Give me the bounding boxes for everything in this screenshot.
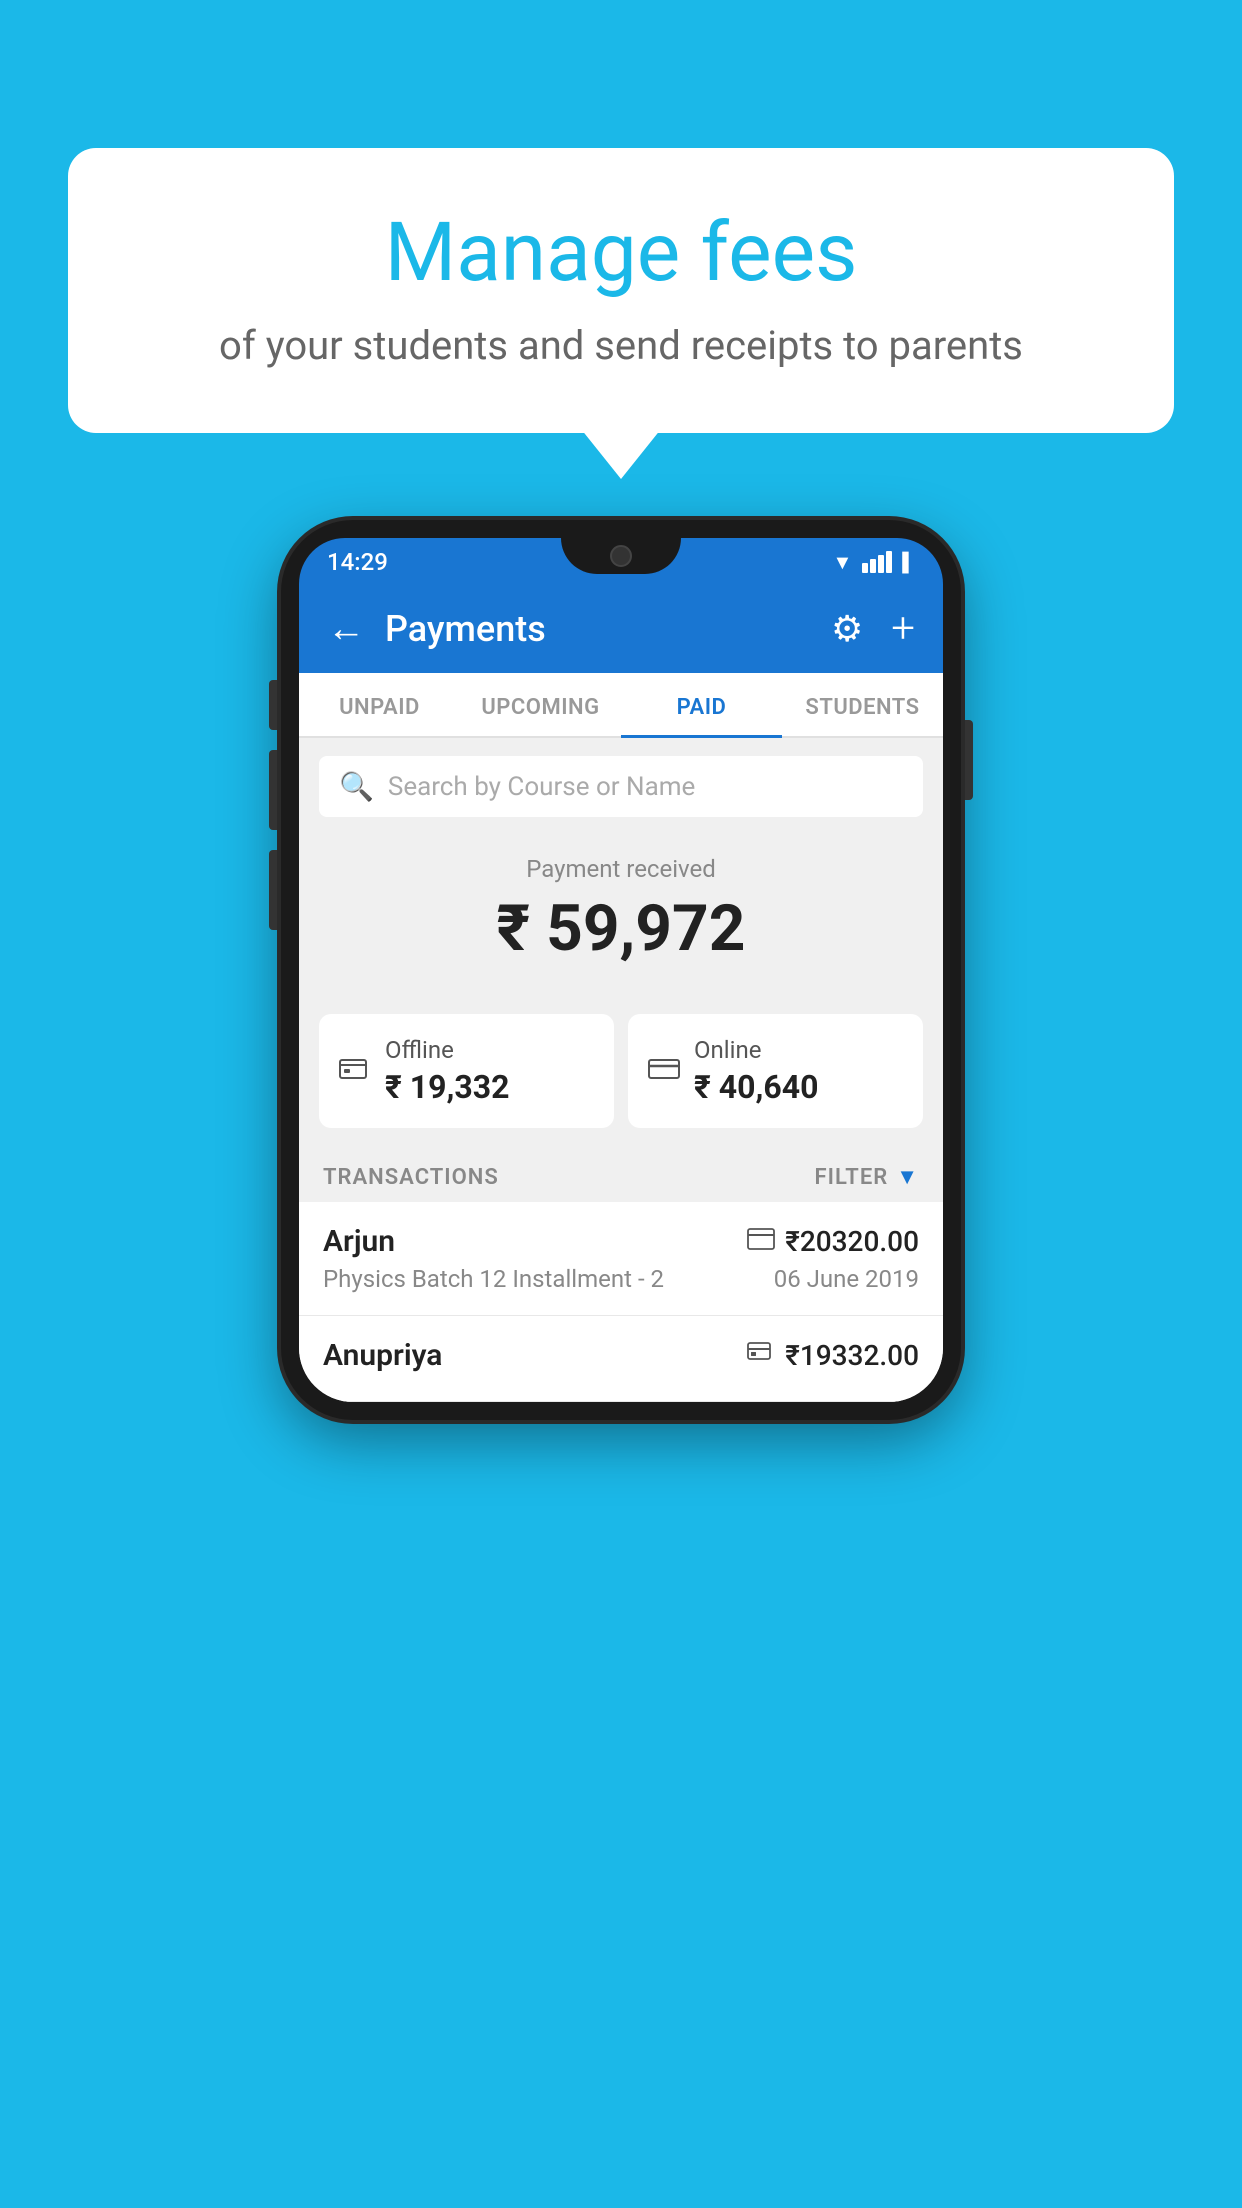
back-button[interactable]: ←	[327, 607, 365, 651]
card-payment-icon	[747, 1228, 775, 1256]
offline-payment-icon	[747, 1342, 775, 1370]
transaction-amount: ₹20320.00	[785, 1225, 919, 1258]
tab-students[interactable]: STUDENTS	[782, 673, 943, 736]
payment-cards-row: Offline ₹ 19,332 Online ₹ 40,640	[299, 1014, 943, 1148]
transaction-name: Anupriya	[323, 1338, 442, 1373]
table-row[interactable]: Anupriya ₹19332.00	[299, 1316, 943, 1402]
tab-upcoming[interactable]: UPCOMING	[460, 673, 621, 736]
offline-card-content: Offline ₹ 19,332	[385, 1036, 509, 1106]
transaction-amount-row: ₹20320.00	[747, 1225, 919, 1258]
offline-label: Offline	[385, 1036, 509, 1064]
power-button	[965, 720, 973, 800]
tab-paid[interactable]: PAID	[621, 673, 782, 736]
transaction-date: 06 June 2019	[774, 1265, 919, 1293]
search-icon: 🔍	[339, 770, 374, 803]
battery-icon: ▌	[902, 552, 915, 573]
settings-icon[interactable]: ⚙	[831, 608, 863, 650]
filter-button[interactable]: FILTER ▼	[815, 1164, 919, 1190]
volume-up-button	[269, 750, 277, 830]
search-container: 🔍 Search by Course or Name	[299, 738, 943, 835]
transaction-top-row: Arjun ₹20320.00	[323, 1224, 919, 1259]
transaction-amount: ₹19332.00	[785, 1339, 919, 1372]
table-row[interactable]: Arjun ₹20320.00 Physics Batch 12 Install…	[299, 1202, 943, 1316]
online-label: Online	[694, 1036, 818, 1064]
status-bar: 14:29 ▼ ▌	[299, 538, 943, 584]
phone-screen: ← Payments ⚙ + UNPAID UPCOMING PAID STUD…	[299, 584, 943, 1402]
offline-payment-card: Offline ₹ 19,332	[319, 1014, 614, 1128]
transaction-name: Arjun	[323, 1224, 395, 1259]
offline-payment-icon	[339, 1052, 371, 1090]
filter-icon: ▼	[896, 1164, 919, 1190]
wifi-icon: ▼	[832, 550, 852, 575]
payment-received-label: Payment received	[319, 855, 923, 883]
offline-amount: ₹ 19,332	[385, 1068, 509, 1106]
phone-notch	[561, 538, 681, 574]
search-bar[interactable]: 🔍 Search by Course or Name	[319, 756, 923, 817]
status-time: 14:29	[327, 548, 388, 584]
speech-bubble-subtitle: of your students and send receipts to pa…	[116, 322, 1126, 369]
transaction-top-row: Anupriya ₹19332.00	[323, 1338, 919, 1373]
add-button[interactable]: +	[891, 604, 915, 653]
filter-label: FILTER	[815, 1165, 889, 1190]
transaction-amount-row: ₹19332.00	[747, 1339, 919, 1372]
online-payment-icon	[648, 1052, 680, 1090]
online-card-content: Online ₹ 40,640	[694, 1036, 818, 1106]
speech-bubble: Manage fees of your students and send re…	[68, 148, 1174, 433]
phone-device: 14:29 ▼ ▌ ← Payments ⚙	[281, 520, 961, 1420]
phone-frame: 14:29 ▼ ▌ ← Payments ⚙	[281, 520, 961, 1420]
signal-icon	[862, 551, 892, 573]
payment-total-amount: ₹ 59,972	[319, 891, 923, 966]
online-amount: ₹ 40,640	[694, 1068, 818, 1106]
tabs-bar: UNPAID UPCOMING PAID STUDENTS	[299, 673, 943, 738]
volume-down-button	[269, 850, 277, 930]
tab-unpaid[interactable]: UNPAID	[299, 673, 460, 736]
transaction-course: Physics Batch 12 Installment - 2	[323, 1265, 664, 1293]
transactions-label: TRANSACTIONS	[323, 1165, 499, 1190]
app-header: ← Payments ⚙ +	[299, 584, 943, 673]
online-payment-card: Online ₹ 40,640	[628, 1014, 923, 1128]
transactions-header: TRANSACTIONS FILTER ▼	[299, 1148, 943, 1202]
search-input[interactable]: Search by Course or Name	[388, 772, 695, 802]
transaction-bottom-row: Physics Batch 12 Installment - 2 06 June…	[323, 1265, 919, 1293]
speech-bubble-title: Manage fees	[116, 208, 1126, 298]
mute-button	[269, 680, 277, 730]
payment-summary: Payment received ₹ 59,972	[299, 835, 943, 1014]
status-icons: ▼ ▌	[832, 550, 915, 583]
front-camera	[610, 545, 632, 567]
page-title: Payments	[385, 608, 811, 650]
